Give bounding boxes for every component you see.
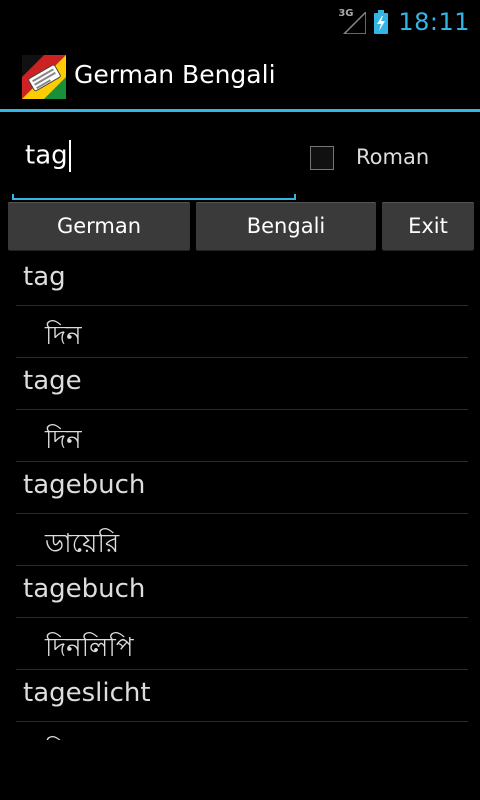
signal-icon: 3G (338, 8, 368, 36)
status-icons: 3G 18:11 (338, 6, 470, 38)
results-list[interactable]: tag দিন tage দিন tagebuch ডায়েরি tagebu… (0, 254, 480, 740)
word-text: tageslicht (23, 678, 151, 708)
list-item-translation[interactable]: ডায়েরি (0, 514, 480, 566)
word-text: tagebuch (23, 574, 146, 604)
search-input-underline (12, 194, 296, 200)
battery-charging-icon (374, 10, 389, 34)
text-cursor (68, 140, 71, 172)
action-bar-divider (0, 109, 480, 112)
list-item-word[interactable]: tagebuch (0, 566, 480, 618)
translation-text: দিনলিপি (45, 633, 134, 663)
exit-button[interactable]: Exit (382, 202, 474, 250)
bengali-button[interactable]: Bengali (196, 202, 376, 250)
search-input-text: tag (25, 140, 71, 172)
roman-checkbox-label[interactable]: Roman (356, 145, 429, 169)
word-text: tagebuch (23, 470, 146, 500)
list-item-word[interactable]: tagebuch (0, 462, 480, 514)
list-item-translation[interactable]: দিনের আলো (0, 722, 480, 740)
search-input[interactable]: tag (12, 128, 296, 200)
translation-text: দিনের আলো (45, 731, 182, 740)
roman-checkbox[interactable] (310, 146, 334, 170)
translation-text: দিন (45, 425, 82, 455)
status-bar: 3G 18:11 (0, 0, 480, 42)
word-text: tag (23, 262, 66, 292)
clock: 18:11 (398, 8, 470, 36)
list-item-translation[interactable]: দিন (0, 410, 480, 462)
list-item-word[interactable]: tageslicht (0, 670, 480, 722)
list-item-word[interactable]: tag (0, 254, 480, 306)
list-item-translation[interactable]: দিনলিপি (0, 618, 480, 670)
action-bar: German Bengali (0, 42, 480, 110)
app-title: German Bengali (74, 60, 276, 89)
word-text: tage (23, 366, 82, 396)
translation-text: ডায়েরি (45, 529, 120, 559)
list-item-word[interactable]: tage (0, 358, 480, 410)
list-item-translation[interactable]: দিন (0, 306, 480, 358)
app-logo-icon (22, 55, 66, 99)
german-button[interactable]: German (8, 202, 190, 250)
translation-text: দিন (45, 321, 82, 351)
